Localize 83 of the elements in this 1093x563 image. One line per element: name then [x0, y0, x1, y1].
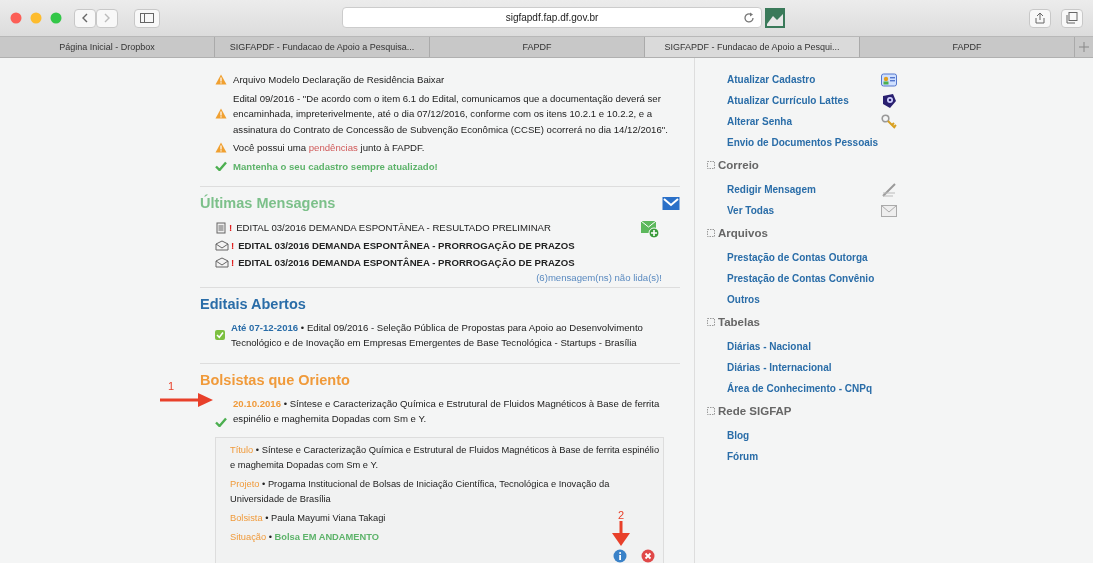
sidebar-link[interactable]: Blog — [727, 430, 750, 441]
warning-icon — [215, 108, 227, 120]
window-control-icon[interactable] — [50, 12, 62, 24]
check-icon — [215, 161, 227, 172]
sidebar-link[interactable]: Fórum — [727, 451, 759, 462]
sidebar-link[interactable]: Atualizar Currículo Lattes — [727, 95, 849, 106]
detail-field: Projeto • Progama Institucional de Bolsas de Iniciação Científica, Tecnológica e Inovação da Universidade de Brasília — [230, 476, 663, 507]
section-title: Bolsistas que Oriento — [200, 371, 351, 388]
message-link[interactable]: EDITAL 03/2016 DEMANDA ESPONTÂNEA - PRORROGAÇÃO DE PRAZOS — [238, 236, 575, 254]
sidebar-button[interactable] — [134, 8, 160, 28]
tabs-icon — [1066, 12, 1078, 24]
bolsista-text: 20.10.2016 • Síntese e Caracterização Química e Estrutural de Fluidos Magnéticos à Base de ferrita espinélio e maghemita Dopadas com Sm e Y. — [233, 396, 661, 426]
browser-tab[interactable]: FAPDF — [860, 37, 1075, 57]
window-control-icon[interactable] — [30, 12, 42, 24]
section-title: Editais Abertos — [200, 295, 307, 312]
sidebar-heading: Tabelas — [718, 316, 760, 328]
check-icon — [215, 416, 227, 427]
sidebar-link[interactable]: Diárias - Nacional — [727, 341, 811, 352]
sidebar-link[interactable]: Diárias - Internacional — [727, 362, 832, 373]
bullet-icon — [707, 318, 715, 326]
notice-text: Arquivo Modelo Declaração de Residência Baixar — [233, 73, 445, 87]
detail-field: Situação • Bolsa EM ANDAMENTO — [230, 529, 379, 545]
reload-icon[interactable] — [743, 12, 755, 24]
sidebar-heading: Correio — [718, 159, 759, 171]
warning-icon — [215, 74, 227, 86]
envelope-icon — [215, 257, 229, 269]
sidebar-link[interactable]: Prestação de Contas Convênio — [727, 273, 875, 284]
envelope-icon[interactable] — [662, 195, 680, 211]
alert-mark: ! — [231, 256, 235, 270]
new-message-icon[interactable] — [640, 219, 660, 239]
unread-count-link[interactable]: (6)mensagem(ns) não lida(s)! — [536, 271, 662, 283]
sidebar-link[interactable]: Alterar Senha — [727, 116, 793, 127]
pendencies-link[interactable]: pendências — [308, 142, 358, 153]
browser-tab[interactable]: SIGFAPDF - Fundacao de Apoio a Pesquisa... — [215, 37, 430, 57]
sidebar-link[interactable]: Área de Conhecimento - CNPq — [727, 383, 873, 394]
notice-text: Edital 09/2016 - "De acordo com o item 6.1 do Edital, comunicamos que a documentação deverá ser encaminhada, impreterivelmente, até o dia 07/12/2016, conforme com os itens 10.2.1 e 10.2.2, e a assinatura do Contrato de Concessão de Subvenção Econômica (CCSE) ocorrerá no dia 14/12/2016". — [233, 91, 669, 137]
id-card-icon[interactable] — [881, 72, 897, 87]
envelope-icon[interactable] — [881, 204, 897, 217]
sidebar-icon — [140, 13, 154, 23]
sidebar-link[interactable]: Envio de Documentos Pessoais — [727, 137, 879, 148]
annotation-number: 2 — [617, 509, 625, 521]
sidebar-link[interactable]: Prestação de Contas Outorga — [727, 252, 868, 263]
sidebar-link[interactable]: Outros — [727, 294, 760, 305]
sidebar-link[interactable]: Ver Todas — [727, 205, 775, 216]
annotation-number: 1 — [168, 380, 175, 392]
edital-text: Até 07-12-2016 • Edital 09/2016 - Seleção Pública de Propostas para Apoio ao Desenvolvimento Tecnológico e de Inovação em Empresas Emergentes de Base Tecnológica - Startups - Brasília — [231, 320, 644, 350]
notice-text: Mantenha o seu cadastro sempre atualizado! — [233, 159, 438, 174]
share-button[interactable] — [1029, 8, 1051, 28]
bullet-icon — [707, 407, 715, 415]
address-field[interactable]: sigfapdf.fap.df.gov.br — [342, 7, 762, 28]
tabs-button[interactable] — [1061, 8, 1083, 28]
delete-icon[interactable] — [641, 548, 655, 563]
document-icon — [215, 221, 227, 234]
envelope-icon — [215, 239, 229, 251]
annotation-arrow — [160, 392, 214, 408]
chevron-left-icon — [81, 13, 89, 23]
sidebar-heading: Arquivos — [718, 227, 768, 239]
sidebar-link[interactable]: Redigir Mensagem — [727, 184, 816, 195]
back-button[interactable] — [74, 8, 96, 28]
bullet-icon — [707, 161, 715, 169]
chevron-right-icon — [103, 13, 111, 23]
detail-field: Título • Síntese e Caracterização Química e Estrutural de Fluidos Magnéticos à Base de ferrita espinélio e maghemita Dopadas com Sm e Y. — [230, 442, 663, 473]
bullet-icon — [707, 229, 715, 237]
section-title: Últimas Mensagens — [200, 195, 336, 211]
forward-button[interactable] — [96, 8, 118, 28]
checkbox-icon — [215, 330, 225, 340]
annotation-arrow — [610, 521, 632, 547]
browser-tab[interactable]: SIGFAPDF - Fundacao de Apoio a Pesqui... — [645, 37, 860, 57]
share-icon — [1035, 12, 1045, 24]
message-link[interactable]: EDITAL 03/2016 DEMANDA ESPONTÂNEA - PRORROGAÇÃO DE PRAZOS — [238, 254, 575, 272]
sidebar-link[interactable]: Atualizar Cadastro — [727, 74, 816, 85]
notice-text: Você possui uma pendências junto à FAPDF. — [233, 141, 425, 155]
warning-icon — [215, 142, 227, 154]
new-tab-icon[interactable] — [1079, 42, 1089, 52]
alert-mark: ! — [229, 221, 233, 235]
pen-icon[interactable] — [881, 181, 897, 198]
message-link[interactable]: EDITAL 03/2016 DEMANDA ESPONTÂNEA - RESULTADO PRELIMINAR — [236, 219, 551, 237]
sidebar-heading: Rede SIGFAP — [718, 405, 792, 417]
window-control-icon[interactable] — [10, 12, 22, 24]
info-icon[interactable] — [613, 548, 627, 563]
detail-field: Bolsista • Paula Mayumi Viana Takagi — [230, 510, 386, 526]
browser-tab[interactable]: Página Inicial - Dropbox — [0, 37, 215, 57]
alert-mark: ! — [231, 238, 235, 253]
